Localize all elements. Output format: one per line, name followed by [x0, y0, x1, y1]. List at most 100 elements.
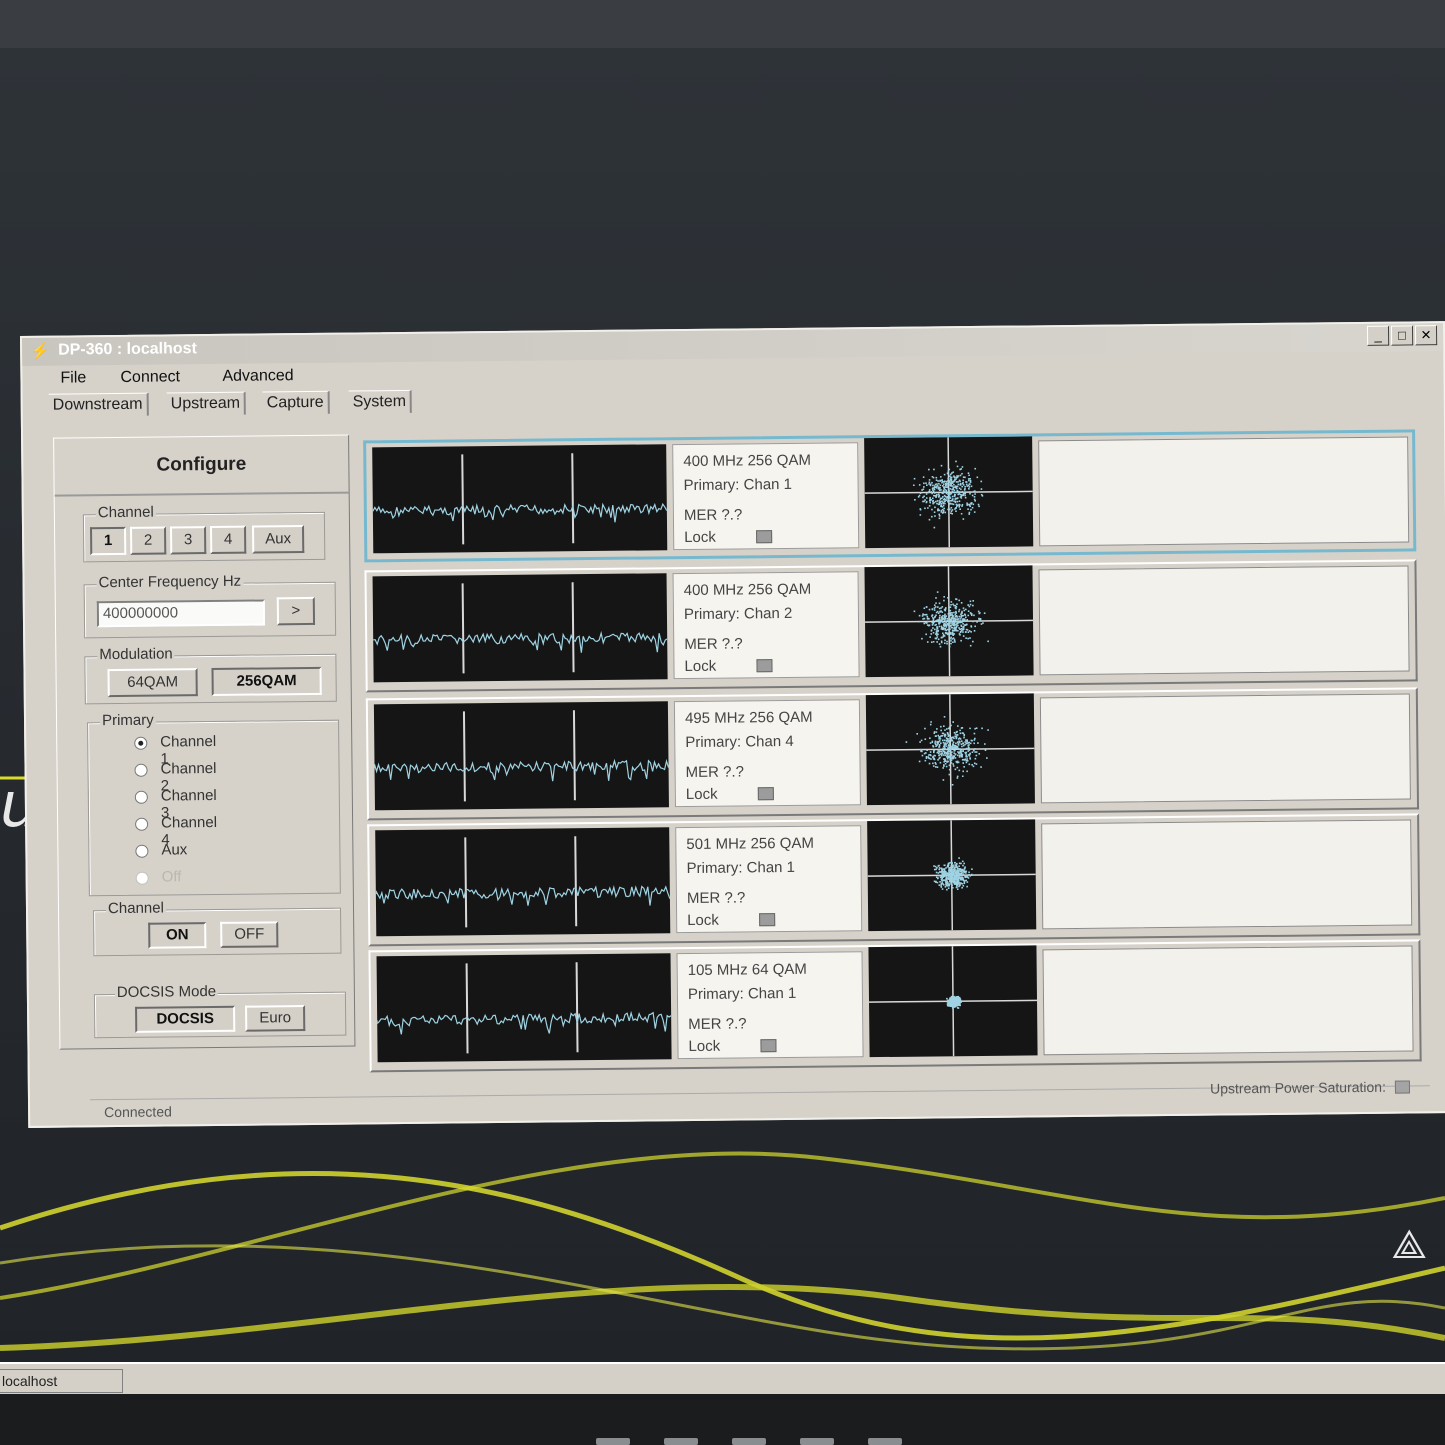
maximize-button[interactable]: □	[1390, 325, 1414, 346]
channel-row-1[interactable]: 400 MHz 256 QAM Primary: Chan 1 MER ?.? …	[363, 429, 1417, 563]
channel-detail-area	[1038, 436, 1410, 547]
spectrum-plot	[372, 444, 668, 554]
lock-label: Lock	[688, 1037, 721, 1056]
radio-label: Aux	[161, 841, 188, 859]
constellation-plot	[865, 693, 1035, 806]
lock-indicator	[759, 913, 776, 927]
channel-row-3[interactable]: 495 MHz 256 QAM Primary: Chan 4 MER ?.? …	[365, 687, 1420, 821]
radio-button[interactable]	[135, 844, 149, 858]
upstream-saturation-label: Upstream Power Saturation:	[1210, 1078, 1387, 1097]
channel-1-button[interactable]: 1	[90, 526, 127, 556]
configure-title: Configure	[54, 435, 349, 497]
freq-modulation: 501 MHz 256 QAM	[686, 834, 815, 854]
spectrum-plot	[376, 953, 672, 1063]
monitor-button[interactable]	[596, 1438, 630, 1445]
app-icon: ⚡	[30, 343, 51, 361]
channel-info: 501 MHz 256 QAM Primary: Chan 1 MER ?.? …	[675, 825, 863, 934]
channel-row-5[interactable]: 105 MHz 64 QAM Primary: Chan 1 MER ?.? L…	[368, 939, 1422, 1073]
spectrum-plot	[375, 827, 671, 937]
channel-info: 495 MHz 256 QAM Primary: Chan 4 MER ?.? …	[673, 699, 861, 808]
channel-info: 105 MHz 64 QAM Primary: Chan 1 MER ?.? L…	[676, 951, 864, 1060]
radio-button	[135, 871, 149, 885]
monitor-button[interactable]	[868, 1438, 902, 1445]
lock-label: Lock	[685, 785, 718, 804]
docsis-mode-group: DOCSIS Mode DOCSIS Euro	[93, 982, 347, 1039]
wallpaper-logo-mark: ⟁	[1391, 1223, 1427, 1267]
taskbar: localhost	[0, 1362, 1445, 1396]
radio-button[interactable]	[134, 736, 148, 750]
constellation-plot	[867, 819, 1037, 932]
primary-channel: Primary: Chan 1	[687, 984, 797, 1004]
channel-off-button[interactable]: OFF	[220, 921, 279, 948]
radio-button[interactable]	[134, 763, 148, 777]
center-frequency-group: Center Frequency Hz 400000000 >	[83, 572, 337, 639]
mer-value: MER ?.?	[684, 635, 743, 654]
freq-modulation: 400 MHz 256 QAM	[683, 580, 812, 600]
center-frequency-input[interactable]: 400000000	[96, 599, 266, 628]
channel-select-group: Channel 1 2 3 4 Aux	[82, 503, 326, 563]
menu-advanced[interactable]: Advanced	[222, 367, 293, 386]
close-button[interactable]: ✕	[1414, 325, 1438, 346]
radio-button[interactable]	[134, 790, 148, 804]
app-window: ⚡ DP-360 : localhost _ □ ✕ File Connect …	[20, 321, 1445, 1128]
channel-row-4[interactable]: 501 MHz 256 QAM Primary: Chan 1 MER ?.? …	[367, 813, 1421, 947]
channel-detail-area	[1041, 819, 1413, 930]
taskbar-item-localhost[interactable]: localhost	[0, 1369, 123, 1393]
lock-label: Lock	[684, 528, 716, 547]
spectrum-plot	[372, 573, 668, 683]
lock-label: Lock	[687, 911, 719, 930]
primary-channel: Primary: Chan 2	[683, 604, 793, 624]
tab-system[interactable]: System	[348, 389, 413, 414]
lock-indicator	[757, 787, 774, 801]
center-frequency-label: Center Frequency Hz	[96, 572, 244, 592]
menu-file[interactable]: File	[60, 369, 86, 387]
modulation-group: Modulation 64QAM 256QAM	[84, 645, 337, 705]
upstream-saturation-indicator	[1394, 1080, 1411, 1094]
constellation-plot	[864, 565, 1034, 678]
channel-3-button[interactable]: 3	[170, 526, 207, 555]
channel-group-label: Channel	[95, 503, 156, 522]
channel-detail-area	[1042, 945, 1414, 1056]
lock-indicator	[760, 1039, 777, 1053]
radio-button[interactable]	[135, 817, 149, 831]
modulation-64qam-button[interactable]: 64QAM	[107, 668, 198, 698]
channel-info: 400 MHz 256 QAM Primary: Chan 1 MER ?.? …	[672, 442, 860, 551]
mer-value: MER ?.?	[685, 763, 745, 782]
channel-2-button[interactable]: 2	[130, 526, 167, 555]
mer-value: MER ?.?	[688, 1015, 747, 1034]
set-frequency-button[interactable]: >	[276, 596, 316, 626]
mer-value: MER ?.?	[683, 506, 743, 525]
channel-row-2[interactable]: 400 MHz 256 QAM Primary: Chan 2 MER ?.? …	[364, 559, 1418, 693]
menu-connect[interactable]: Connect	[120, 368, 180, 387]
channel-info: 400 MHz 256 QAM Primary: Chan 2 MER ?.? …	[672, 571, 860, 680]
freq-modulation: 495 MHz 256 QAM	[684, 708, 813, 728]
constellation-plot	[864, 436, 1034, 549]
channel-4-button[interactable]: 4	[210, 525, 247, 555]
docsis-mode-label: DOCSIS Mode	[114, 982, 219, 1002]
tab-downstream[interactable]: Downstream	[48, 392, 149, 417]
connection-status: Connected	[104, 1103, 172, 1121]
modulation-256qam-button[interactable]: 256QAM	[211, 666, 322, 697]
radio-label: Off	[161, 868, 182, 886]
channel-power-label: Channel	[105, 899, 166, 918]
tab-capture[interactable]: Capture	[262, 390, 330, 415]
channel-aux-button[interactable]: Aux	[251, 525, 305, 554]
minimize-button[interactable]: _	[1366, 325, 1390, 346]
monitor-button[interactable]	[664, 1438, 698, 1445]
channel-power-group: Channel ON OFF	[93, 899, 342, 957]
constellation-plot	[868, 945, 1038, 1058]
monitor-button[interactable]	[732, 1438, 766, 1445]
docsis-button[interactable]: DOCSIS	[135, 1005, 236, 1033]
primary-radio-list: Channel 1 Channel 2 Channel 3 Channel 4 …	[134, 731, 316, 893]
channel-detail-area	[1039, 693, 1411, 804]
channel-on-button[interactable]: ON	[148, 922, 207, 949]
euro-button[interactable]: Euro	[245, 1005, 306, 1032]
window-title: DP-360 : localhost	[58, 340, 197, 359]
tab-upstream[interactable]: Upstream	[166, 391, 247, 416]
primary-label: Primary	[99, 711, 156, 730]
mer-value: MER ?.?	[686, 889, 746, 908]
primary-group: Primary Channel 1 Channel 2 Channel 3 Ch…	[87, 711, 341, 897]
modulation-label: Modulation	[97, 645, 175, 664]
monitor-button[interactable]	[800, 1438, 834, 1445]
freq-modulation: 105 MHz 64 QAM	[687, 960, 807, 980]
